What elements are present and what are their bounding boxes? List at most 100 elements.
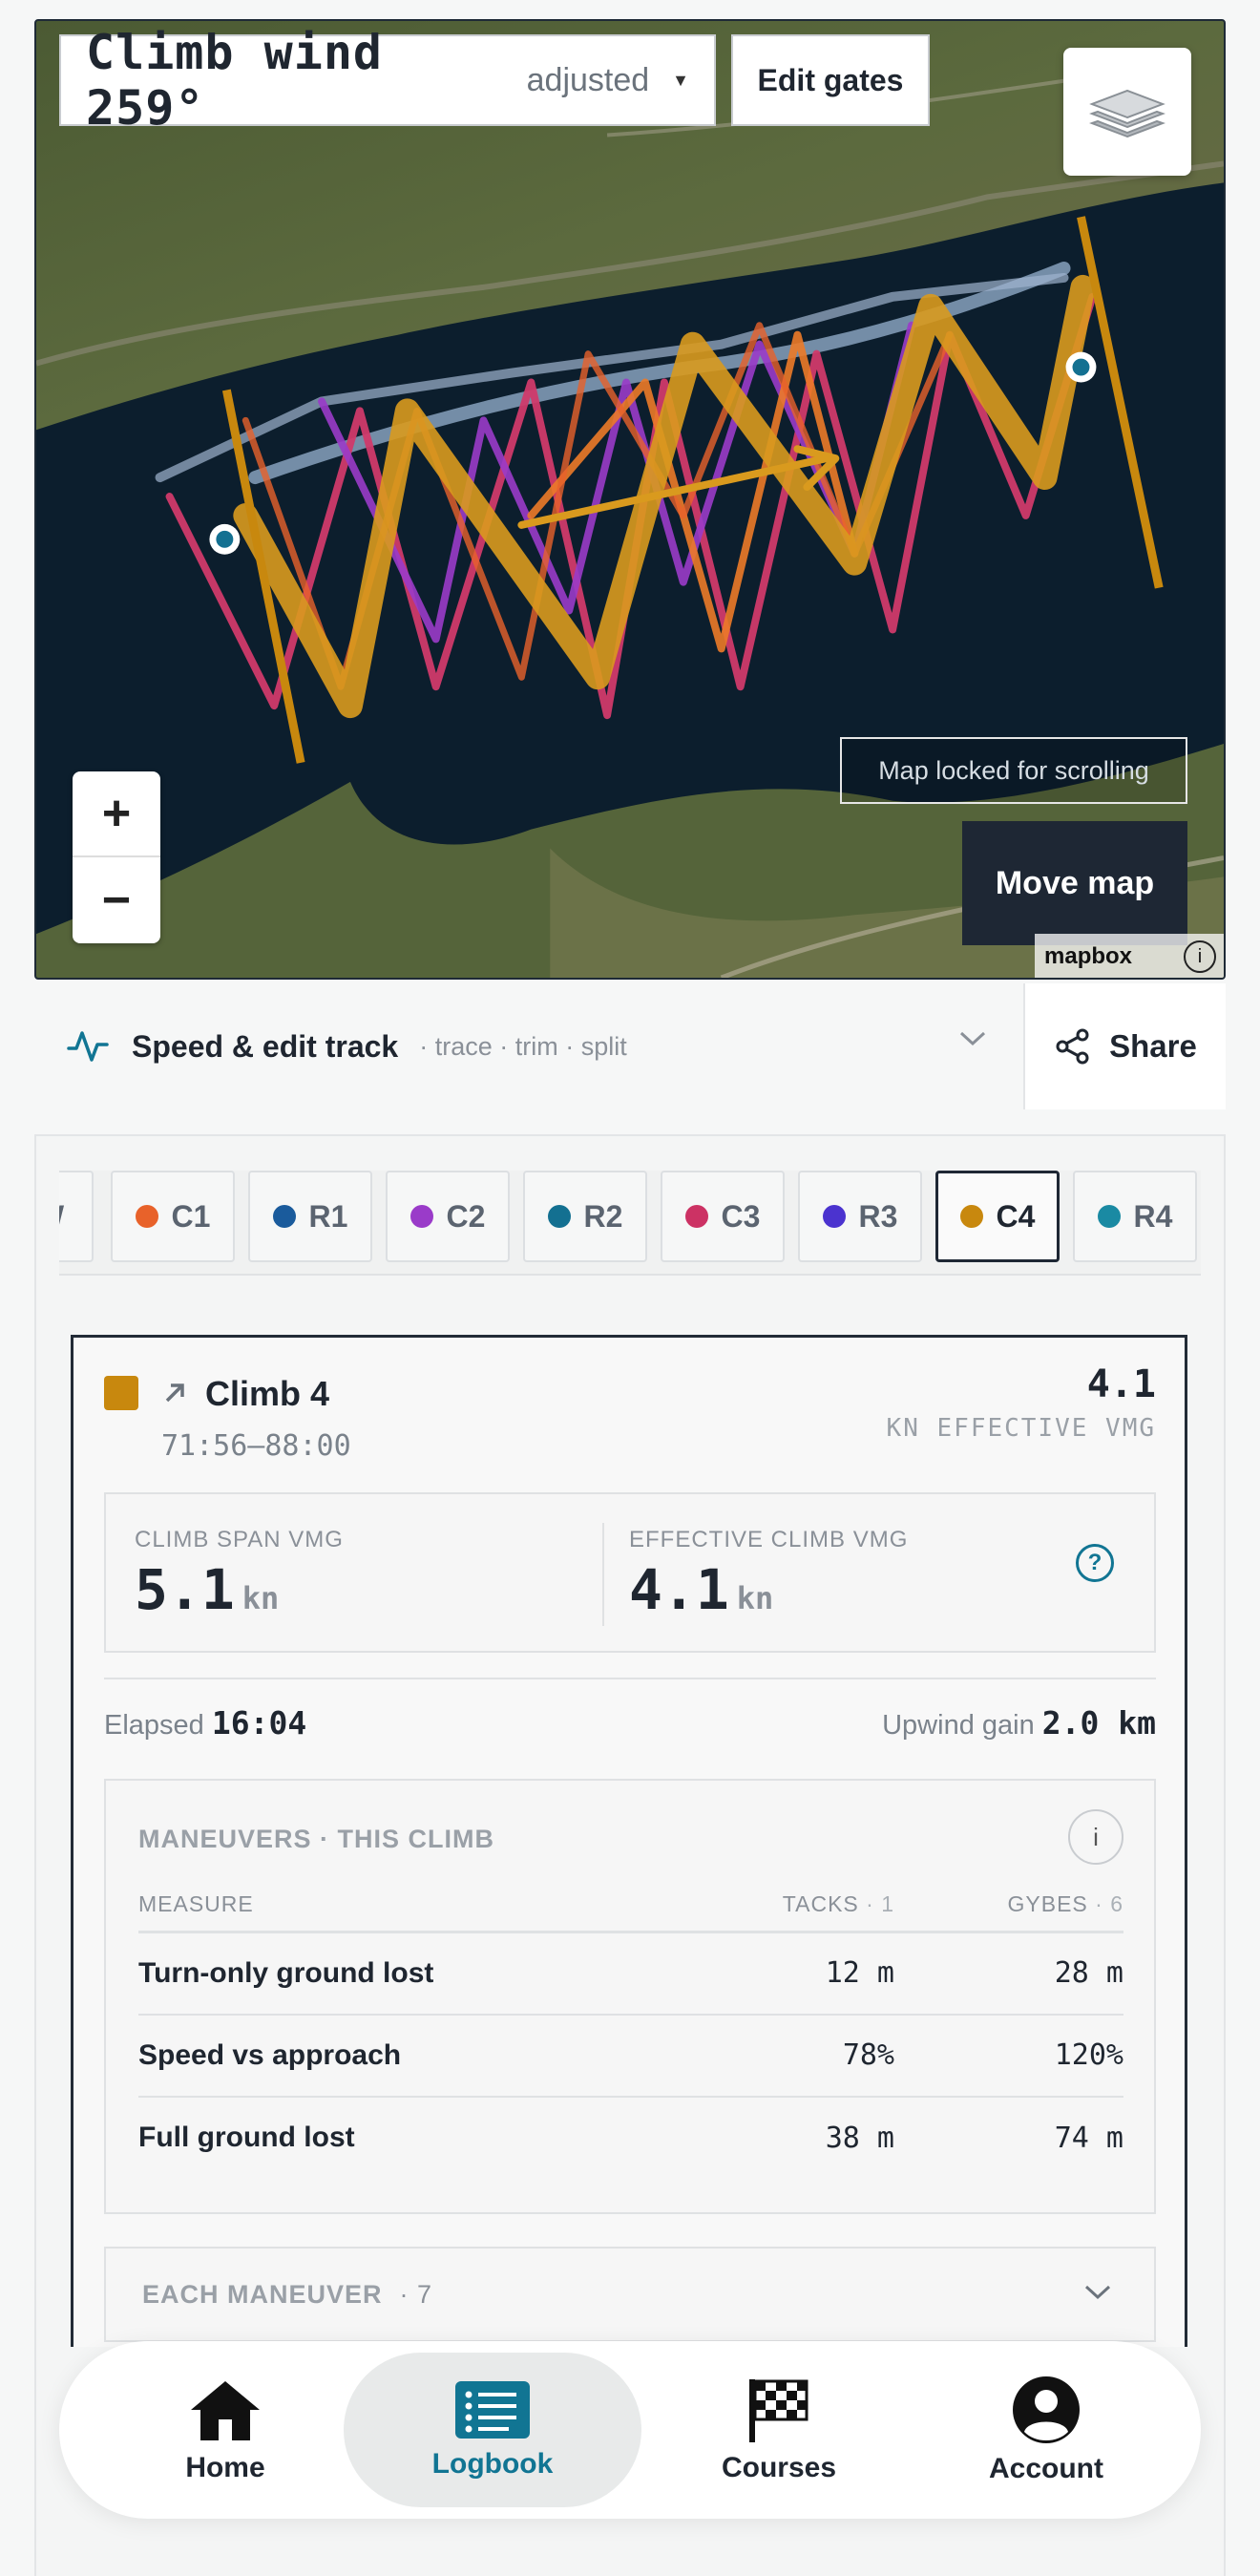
maneuvers-heading: MANEUVERS · THIS CLIMB	[138, 1825, 494, 1853]
adjusted-label: adjusted	[526, 61, 650, 98]
leg-chip[interactable]: R2	[523, 1171, 647, 1262]
leg-chip-label: R2	[583, 1198, 623, 1234]
divider	[104, 1678, 1156, 1679]
measure-cell: Turn-only ground lost	[138, 1932, 646, 2016]
tacks-cell: 38 m	[825, 2121, 894, 2155]
nav-logbook-label: Logbook	[431, 2448, 554, 2480]
leg-chip-label: R4	[1133, 1198, 1173, 1234]
climb-wind-title: Climb wind 259°	[86, 25, 384, 136]
speed-edit-track-sub: · trace · trim · split	[419, 1031, 627, 1061]
layers-icon	[1089, 89, 1166, 138]
nav-home-label: Home	[185, 2452, 265, 2483]
share-label: Share	[1109, 1028, 1197, 1064]
leg-chip[interactable]: C3	[661, 1171, 785, 1262]
upwind-gain-label: Upwind gain	[882, 1710, 1035, 1741]
effective-vmg-value: 4.1	[629, 1557, 729, 1622]
account-icon	[1013, 2376, 1080, 2443]
leg-chip[interactable]: C1	[111, 1171, 235, 1262]
speed-edit-track-label: Speed & edit track	[132, 1028, 399, 1064]
table-row: Speed vs approach 78% 120%	[138, 2014, 1124, 2098]
leg-chip[interactable]: C4	[935, 1171, 1060, 1262]
chevron-down-icon	[959, 1031, 986, 1046]
gybes-cell: 74 m	[1054, 2121, 1124, 2155]
help-icon[interactable]: ?	[1076, 1544, 1114, 1582]
climb-color-swatch	[104, 1376, 138, 1410]
each-maneuver-label: EACH MANEUVER	[142, 2279, 383, 2309]
zoom-controls: + −	[73, 771, 160, 943]
leg-chip-label: C3	[721, 1198, 761, 1234]
attribution-info-icon[interactable]: i	[1184, 940, 1216, 973]
elapsed-label: Elapsed	[104, 1710, 204, 1741]
leg-color-dot	[684, 1205, 708, 1228]
chevron-down-icon	[1084, 2285, 1111, 2300]
span-vmg-unit: kn	[242, 1580, 280, 1616]
mapbox-logo: mapbox	[1044, 943, 1133, 969]
nav-courses[interactable]: Courses	[651, 2353, 907, 2507]
nav-home[interactable]: Home	[97, 2353, 353, 2507]
elapsed-value: 16:04	[211, 1704, 307, 1742]
leg-chip-label: C1	[171, 1198, 211, 1234]
share-button[interactable]: Share	[1023, 983, 1226, 1109]
checkered-flag-icon	[749, 2379, 808, 2442]
each-maneuver-count: · 7	[399, 2279, 433, 2309]
upwind-gain-stat: Upwind gain 2.0 km	[882, 1704, 1156, 1742]
nav-logbook[interactable]: Logbook	[344, 2353, 641, 2507]
col-gybes: GYBES · 6	[894, 1891, 1124, 1933]
map-layers-button[interactable]	[1063, 48, 1191, 176]
leg-chip-label: C4	[996, 1198, 1036, 1234]
span-vmg-label: CLIMB SPAN VMG	[135, 1527, 344, 1552]
leg-color-dot	[822, 1205, 846, 1228]
leg-chip[interactable]: C2	[386, 1171, 510, 1262]
nav-account[interactable]: Account	[918, 2353, 1174, 2507]
climb-time-range: 71:56–88:00	[161, 1429, 351, 1463]
climb-wind-selector[interactable]: Climb wind 259° adjusted ▼	[59, 25, 716, 136]
leg-chip[interactable]: R3	[798, 1171, 922, 1262]
leg-chip-label: R3	[858, 1198, 898, 1234]
leg-chip-label: C2	[446, 1198, 486, 1234]
maneuvers-box: MANEUVERS · THIS CLIMB i MEASURE TACKS ·…	[104, 1779, 1156, 2214]
effective-vmg-label: EFFECTIVE CLIMB VMG	[629, 1527, 909, 1552]
leg-chip[interactable]: R4	[1073, 1171, 1197, 1262]
bottom-nav: Home Logbook Courses Account	[59, 2341, 1201, 2519]
info-icon[interactable]: i	[1068, 1809, 1124, 1865]
zoom-in-button[interactable]: +	[73, 771, 160, 857]
effective-vmg-unit: kn	[736, 1580, 774, 1616]
gybes-cell: 120%	[894, 2014, 1124, 2098]
table-row: Full ground lost 38 m 74 m	[138, 2097, 1124, 2179]
each-maneuver-toggle[interactable]: EACH MANEUVER · 7	[104, 2247, 1156, 2342]
leg-color-dot	[135, 1205, 158, 1228]
effective-vmg-headline: 4.1	[1086, 1362, 1156, 1406]
vmg-summary-box: CLIMB SPAN VMG 5.1 kn EFFECTIVE CLIMB VMG…	[104, 1492, 1156, 1653]
mapbox-attribution: mapbox i	[1035, 934, 1224, 978]
leg-chip-label: R1	[308, 1198, 348, 1234]
tacks-cell: 12 m	[646, 1932, 894, 2016]
logbook-icon	[455, 2381, 530, 2439]
leg-color-dot	[547, 1205, 571, 1228]
leg-chip-label: W	[59, 1199, 64, 1235]
zoom-out-button[interactable]: −	[73, 857, 160, 943]
edit-gates-button[interactable]: Edit gates	[731, 34, 930, 126]
move-map-button[interactable]: Move map	[962, 821, 1187, 945]
measure-cell: Speed vs approach	[138, 2014, 646, 2098]
maneuvers-table: MEASURE TACKS · 1 GYBES · 6 Turn-only gr…	[138, 1891, 1124, 2179]
upwind-gain-value: 2.0 km	[1041, 1704, 1156, 1742]
track-map[interactable]: Climb wind 259° adjusted ▼ Edit gates + …	[34, 19, 1226, 980]
climb-card: Climb 4 71:56–88:00 4.1 KN EFFECTIVE VMG…	[71, 1335, 1187, 2347]
activity-pulse-icon	[67, 1031, 109, 1062]
tacks-cell: 78%	[646, 2014, 894, 2098]
leg-chip[interactable]: R1	[248, 1171, 372, 1262]
table-row: Turn-only ground lost 12 m 28 m	[138, 1932, 1124, 2016]
climb-title: Climb 4	[205, 1374, 330, 1413]
speed-edit-track-toggle[interactable]: Speed & edit track · trace · trim · spli…	[34, 983, 1021, 1109]
leg-color-dot	[272, 1205, 296, 1228]
leg-chip[interactable]: W	[59, 1171, 94, 1262]
dropdown-caret-icon: ▼	[672, 70, 689, 90]
vmg-divider	[602, 1523, 604, 1626]
leg-color-dot	[410, 1205, 433, 1228]
share-icon	[1056, 1028, 1089, 1065]
map-locked-notice: Map locked for scrolling	[840, 737, 1187, 804]
arrow-up-right-icon	[165, 1383, 184, 1403]
leg-chip-row[interactable]: W C1 R1 C2 R2 C3 R3 C4 R4	[59, 1171, 1201, 1276]
nav-courses-label: Courses	[721, 2452, 837, 2483]
elapsed-stat: Elapsed 16:04	[104, 1704, 306, 1742]
